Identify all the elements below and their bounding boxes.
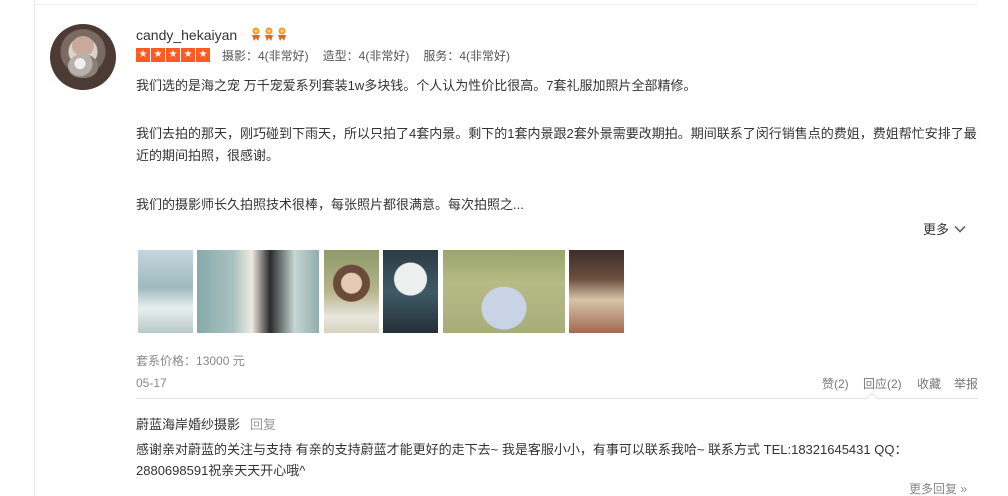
reply-tag: 回复 xyxy=(250,417,277,432)
photo-thumbnail[interactable] xyxy=(138,250,193,333)
avatar-cat xyxy=(68,54,98,78)
crown-icon xyxy=(276,27,288,41)
star-rating: ★ ★ ★ ★ ★ xyxy=(136,48,210,62)
favorite-button[interactable]: 收藏 xyxy=(917,375,941,392)
star-icon: ★ xyxy=(136,48,150,62)
crown-icon xyxy=(263,27,275,41)
rating-service: 服务：4(非常好) xyxy=(423,49,511,63)
price-value: 13000 元 xyxy=(196,354,245,368)
review-paragraph: 我们去拍的那天，刚巧碰到下雨天，所以只拍了4套内景。剩下的1套内景跟2套外景需要… xyxy=(136,126,977,163)
left-border xyxy=(34,0,35,496)
more-replies-link[interactable]: 更多回复 » xyxy=(909,480,967,496)
like-button[interactable]: 赞(2) xyxy=(822,375,849,392)
expand-more-button[interactable]: 更多 xyxy=(923,219,967,238)
review-card: candy_hekaiyan ★ ★ ★ ★ ★ 摄影：4(非常好) 造型：4(… xyxy=(0,0,1008,496)
review-date: 05-17 xyxy=(136,376,167,390)
chevron-down-icon xyxy=(954,225,966,233)
crown-badges xyxy=(250,27,288,41)
photo-thumbnail[interactable] xyxy=(324,250,379,333)
crown-icon xyxy=(250,27,262,41)
reply-divider xyxy=(136,398,978,399)
star-icon: ★ xyxy=(151,48,165,62)
rating-photography: 摄影：4(非常好) xyxy=(222,49,309,63)
top-divider xyxy=(34,4,978,5)
star-icon: ★ xyxy=(181,48,195,62)
avatar-face xyxy=(72,36,94,56)
photo-thumbnail[interactable] xyxy=(197,250,319,333)
expand-more-label: 更多 xyxy=(923,222,950,237)
reply-author[interactable]: 蔚蓝海岸婚纱摄影 xyxy=(136,417,240,432)
star-icon: ★ xyxy=(166,48,180,62)
star-icon: ★ xyxy=(196,48,210,62)
package-price: 套系价格：13000 元 xyxy=(136,352,245,369)
reply-header: 蔚蓝海岸婚纱摄影 回复 xyxy=(136,414,276,433)
photo-thumbnail[interactable] xyxy=(383,250,438,333)
username[interactable]: candy_hekaiyan xyxy=(136,27,237,43)
photo-thumbnail[interactable] xyxy=(569,250,624,333)
price-label: 套系价格： xyxy=(136,354,197,368)
photo-thumbnail[interactable] xyxy=(443,250,565,333)
caret-up-icon xyxy=(866,392,878,399)
sub-ratings: 摄影：4(非常好) 造型：4(非常好) 服务：4(非常好) xyxy=(222,47,510,64)
avatar[interactable] xyxy=(50,24,116,90)
review-paragraph: 我们选的是海之宠 万千宠爱系列套装1w多块钱。个人认为性价比很高。7套礼服加照片… xyxy=(136,78,697,93)
review-paragraph: 我们的摄影师长久拍照技术很棒，每张照片都很满意。每次拍照之... xyxy=(136,197,524,212)
reply-toggle-button[interactable]: 回应(2) xyxy=(863,375,902,392)
reply-text: 感谢亲对蔚蓝的关注与支持 有亲的支持蔚蓝才能更好的走下去~ 我是客服小小，有事可… xyxy=(136,442,908,478)
report-button[interactable]: 举报 xyxy=(954,375,978,392)
rating-styling: 造型：4(非常好) xyxy=(322,49,410,63)
